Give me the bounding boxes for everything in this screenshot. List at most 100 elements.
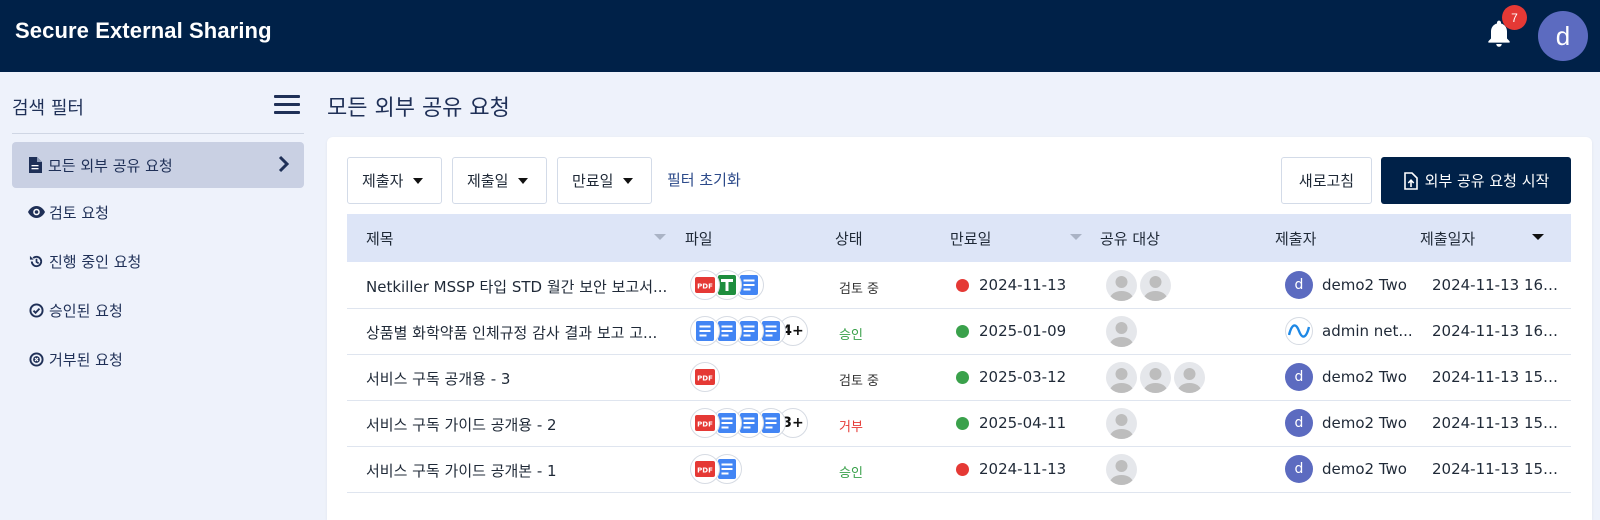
row-title: Netkiller MSSP 타입 STD 월간 보안 보고서... — [366, 278, 668, 296]
row-files: PDF 3+ — [690, 408, 808, 438]
pdf-file-icon[interactable]: PDF — [690, 454, 720, 484]
expiry-date-text: 2025-04-11 — [979, 414, 1067, 432]
submitter-filter-label: 제출자 — [362, 172, 404, 190]
svg-text:PDF: PDF — [697, 421, 713, 429]
notification-count-badge: 7 — [1502, 5, 1527, 30]
submitter: d demo2 Two — [1285, 271, 1414, 299]
submitter: d demo2 Two — [1285, 363, 1414, 391]
refresh-button[interactable]: 새로고침 — [1281, 157, 1372, 204]
submitted-date-filter-label: 제출일 — [467, 172, 509, 190]
submitted-date: 2024-11-13 15:… — [1432, 414, 1559, 432]
col-header-submitter: 제출자 — [1275, 230, 1317, 248]
sidebar-item-rejected[interactable]: 거부된 요청 — [12, 336, 304, 382]
svg-text:PDF: PDF — [697, 467, 713, 475]
col-header-share-target: 공유 대상 — [1100, 230, 1160, 248]
expiry-date-text: 2025-01-09 — [979, 322, 1067, 340]
submitter-avatar: d — [1285, 363, 1313, 391]
chevron-right-icon — [278, 155, 290, 177]
pdf-file-icon[interactable]: PDF — [690, 408, 720, 438]
sidebar-item-label: 거부된 요청 — [49, 350, 123, 369]
svg-text:PDF: PDF — [697, 375, 713, 383]
table-row[interactable]: 서비스 구독 가이드 공개용 - 2 PDF 3+ 거부 2025-04-11 d demo… — [347, 400, 1571, 447]
document-file-icon[interactable] — [690, 316, 720, 346]
col-header-expiry[interactable]: 만료일 — [950, 228, 991, 249]
app-title: Secure External Sharing — [15, 18, 272, 43]
person-avatar-icon[interactable] — [1106, 270, 1137, 301]
caret-down-icon — [623, 177, 634, 184]
sort-caret-icon[interactable] — [1532, 234, 1544, 240]
person-avatar-icon[interactable] — [1106, 408, 1137, 439]
submitted-date: 2024-11-13 15:… — [1432, 368, 1559, 386]
table-header: 제목 파일 상태 만료일 공유 대상 제출자 제출일자 — [347, 214, 1571, 262]
share-targets — [1106, 270, 1174, 302]
submitted-date: 2024-11-13 16:… — [1432, 322, 1559, 340]
col-header-title[interactable]: 제목 — [366, 228, 394, 249]
submitter-filter-button[interactable]: 제출자 — [347, 157, 442, 204]
sort-caret-icon[interactable] — [1070, 234, 1082, 240]
person-avatar-icon[interactable] — [1174, 362, 1205, 393]
expiry-date-text: 2024-11-13 — [979, 460, 1067, 478]
status-label: 검토 중 — [839, 282, 880, 297]
col-header-submitted-date[interactable]: 제출일자 — [1420, 228, 1475, 249]
share-targets — [1106, 362, 1208, 394]
row-title: 서비스 구독 가이드 공개본 - 1 — [366, 462, 557, 480]
submitter-name: admin net... — [1322, 322, 1413, 340]
x-circle-icon — [27, 350, 45, 368]
file-upload-icon — [1403, 171, 1418, 190]
person-avatar-icon[interactable] — [1140, 362, 1171, 393]
person-avatar-icon[interactable] — [1106, 362, 1137, 393]
sidebar-item-in-progress[interactable]: 진행 중인 요청 — [12, 238, 304, 284]
expiry-date-text: 2024-11-13 — [979, 276, 1067, 294]
expiry-status-dot — [956, 278, 969, 292]
check-circle-icon — [27, 301, 45, 319]
sidebar-item-approved[interactable]: 승인된 요청 — [12, 287, 304, 333]
submitter-name: demo2 Two — [1322, 276, 1407, 294]
hamburger-menu-icon[interactable] — [274, 95, 300, 115]
person-avatar-icon[interactable] — [1106, 454, 1137, 485]
share-targets — [1106, 408, 1140, 440]
table-row[interactable]: 서비스 구독 공개용 - 3 PDF 검토 중 2025-03-12 d demo2 Tw… — [347, 354, 1571, 401]
sidebar-item-label: 모든 외부 공유 요청 — [48, 156, 173, 175]
person-avatar-icon[interactable] — [1140, 270, 1171, 301]
submitter-name: demo2 Two — [1322, 414, 1407, 432]
sidebar-title: 검색 필터 — [12, 98, 84, 119]
reset-filters-link[interactable]: 필터 초기화 — [667, 169, 741, 190]
expiry-date-text: 2025-03-12 — [979, 368, 1067, 386]
submitter: d demo2 Two — [1285, 455, 1414, 483]
sidebar-item-label: 진행 중인 요청 — [49, 252, 142, 271]
pdf-file-icon[interactable]: PDF — [690, 362, 720, 392]
table-row[interactable]: 상품별 화학약품 인체규정 감사 결과 보고 고... 4+ 승인 2025-01-0… — [347, 308, 1571, 355]
page-title: 모든 외부 공유 요청 — [327, 96, 510, 121]
expiry-filter-label: 만료일 — [572, 172, 614, 190]
sort-caret-icon[interactable] — [654, 234, 666, 240]
share-targets — [1106, 316, 1140, 348]
col-header-status: 상태 — [835, 230, 863, 248]
pdf-file-icon[interactable]: PDF — [690, 270, 720, 300]
svg-text:PDF: PDF — [697, 283, 713, 291]
history-icon — [27, 252, 45, 270]
status-label: 승인 — [839, 328, 863, 343]
row-files: PDF — [690, 270, 764, 300]
table-row[interactable]: Netkiller MSSP 타입 STD 월간 보안 보고서... PDF 검토 … — [347, 262, 1571, 309]
start-external-share-label: 외부 공유 요청 시작 — [1424, 172, 1550, 190]
sidebar-item-all-requests[interactable]: 모든 외부 공유 요청 — [12, 142, 304, 188]
row-title: 상품별 화학약품 인체규정 감사 결과 보고 고... — [366, 324, 658, 342]
top-app-bar: Secure External Sharing 7 d — [0, 0, 1600, 72]
expiry-status-dot — [956, 462, 969, 476]
status-label: 승인 — [839, 466, 863, 481]
netkiller-logo-icon — [1285, 317, 1313, 345]
table-row[interactable]: 서비스 구독 가이드 공개본 - 1 PDF 승인 2024-11-13 d demo2 … — [347, 446, 1571, 493]
row-files: PDF — [690, 454, 742, 484]
submitted-date-filter-button[interactable]: 제출일 — [452, 157, 547, 204]
person-avatar-icon[interactable] — [1106, 316, 1137, 347]
expiry-date: 2025-04-11 — [956, 414, 1066, 432]
sidebar-item-review-requests[interactable]: 검토 요청 — [12, 189, 304, 235]
expiry-status-dot — [956, 370, 969, 384]
start-external-share-button[interactable]: 외부 공유 요청 시작 — [1381, 157, 1571, 204]
user-avatar[interactable]: d — [1538, 11, 1588, 61]
caret-down-icon — [413, 177, 424, 184]
status-label: 거부 — [839, 420, 863, 435]
expiry-filter-button[interactable]: 만료일 — [557, 157, 652, 204]
row-files: 4+ — [690, 316, 808, 346]
sidebar-item-label: 검토 요청 — [49, 203, 109, 222]
